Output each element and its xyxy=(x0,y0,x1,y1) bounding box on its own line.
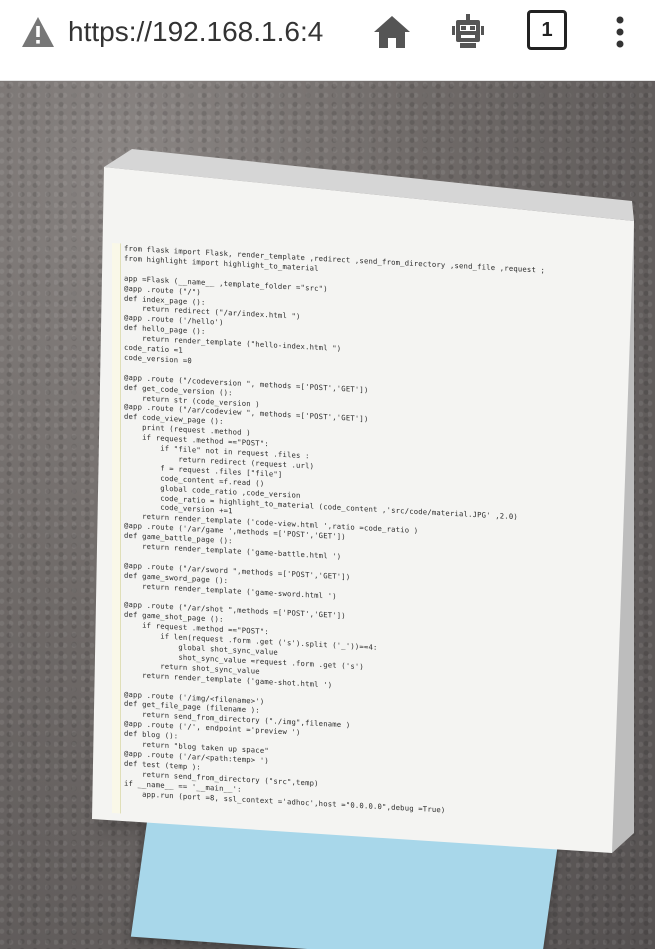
browser-toolbar: https://192.168.1.6:4 1 xyxy=(0,0,655,81)
ar-code-box: from flask import Flask, render_template… xyxy=(92,143,634,863)
more-icon[interactable] xyxy=(598,10,642,54)
url-bar[interactable]: https://192.168.1.6:4 xyxy=(68,10,358,54)
warning-icon[interactable] xyxy=(16,10,60,54)
camera-view: from flask import Flask, render_template… xyxy=(0,81,655,949)
code-line: return render_template ('game-battle.htm… xyxy=(124,540,342,562)
code-line: return render_template ('game-sword.html… xyxy=(124,580,337,601)
line-number-gutter xyxy=(112,243,121,814)
tab-switcher-button[interactable]: 1 xyxy=(527,10,567,50)
home-icon[interactable] xyxy=(370,10,414,54)
code-panel: from flask import Flask, render_template… xyxy=(112,243,632,840)
code-line: app.run (port =8, ssl_context ='adhoc',h… xyxy=(124,788,446,814)
robot-icon[interactable] xyxy=(446,10,490,54)
